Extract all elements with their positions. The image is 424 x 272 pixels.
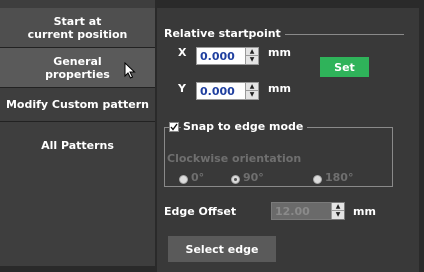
radio-0-degrees[interactable] bbox=[179, 175, 188, 184]
y-spinbox[interactable]: ▲ ▼ bbox=[196, 82, 259, 100]
mouse-pointer-icon bbox=[124, 62, 136, 79]
arrow-down-icon[interactable]: ▼ bbox=[246, 56, 258, 64]
arrow-up-icon[interactable]: ▲ bbox=[246, 48, 258, 56]
radio-180-degrees[interactable] bbox=[313, 175, 322, 184]
top-bar bbox=[157, 0, 424, 8]
sidebar-item-label: All Patterns bbox=[41, 138, 114, 152]
right-edge-bar bbox=[419, 0, 424, 272]
arrow-down-icon[interactable]: ▼ bbox=[332, 211, 344, 219]
y-input[interactable] bbox=[197, 83, 250, 99]
sidebar: Start at current position General proper… bbox=[0, 0, 160, 272]
select-edge-button[interactable]: Select edge bbox=[168, 236, 276, 262]
y-label: Y bbox=[178, 82, 186, 95]
relative-startpoint-title: Relative startpoint bbox=[164, 27, 285, 40]
sidebar-item-label: Modify Custom pattern bbox=[5, 98, 150, 111]
clockwise-orientation-label: Clockwise orientation bbox=[167, 152, 302, 165]
y-unit-label: mm bbox=[268, 82, 291, 95]
edge-offset-label: Edge Offset bbox=[164, 205, 237, 218]
x-input[interactable] bbox=[197, 48, 250, 64]
sidebar-item-label: Start at current position bbox=[27, 14, 128, 41]
x-label: X bbox=[178, 46, 187, 59]
sidebar-item-modify-custom-pattern[interactable]: Modify Custom pattern bbox=[0, 88, 155, 122]
radio-180-label: 180° bbox=[325, 171, 354, 184]
check-icon bbox=[170, 123, 178, 131]
radio-0-label: 0° bbox=[191, 171, 205, 184]
set-button[interactable]: Set bbox=[320, 57, 369, 77]
radio-90-label: 90° bbox=[243, 171, 264, 184]
sidebar-item-start-at-current-position[interactable]: Start at current position bbox=[0, 8, 155, 48]
main-panel: Relative startpoint X ▲ ▼ mm Y ▲ ▼ mm Se… bbox=[157, 0, 424, 272]
arrow-down-icon[interactable]: ▼ bbox=[246, 91, 258, 99]
snap-checkbox[interactable] bbox=[169, 122, 179, 132]
arrow-up-icon[interactable]: ▲ bbox=[246, 83, 258, 91]
arrow-up-icon[interactable]: ▲ bbox=[332, 203, 344, 211]
x-unit-label: mm bbox=[268, 46, 291, 59]
radio-90-degrees[interactable] bbox=[231, 175, 240, 184]
sidebar-bottom-bar bbox=[0, 266, 160, 272]
x-stepper[interactable]: ▲ ▼ bbox=[245, 48, 258, 64]
edge-offset-stepper[interactable]: ▲ ▼ bbox=[331, 203, 344, 219]
y-stepper[interactable]: ▲ ▼ bbox=[245, 83, 258, 99]
x-spinbox[interactable]: ▲ ▼ bbox=[196, 47, 259, 65]
sidebar-item-all-patterns[interactable]: All Patterns bbox=[0, 122, 155, 168]
snap-to-edge-title: Snap to edge mode bbox=[181, 120, 308, 133]
sidebar-item-label: General properties bbox=[45, 54, 110, 81]
edge-offset-input[interactable] bbox=[272, 203, 336, 219]
edge-offset-unit: mm bbox=[353, 205, 376, 218]
edge-offset-spinbox[interactable]: ▲ ▼ bbox=[271, 202, 345, 220]
